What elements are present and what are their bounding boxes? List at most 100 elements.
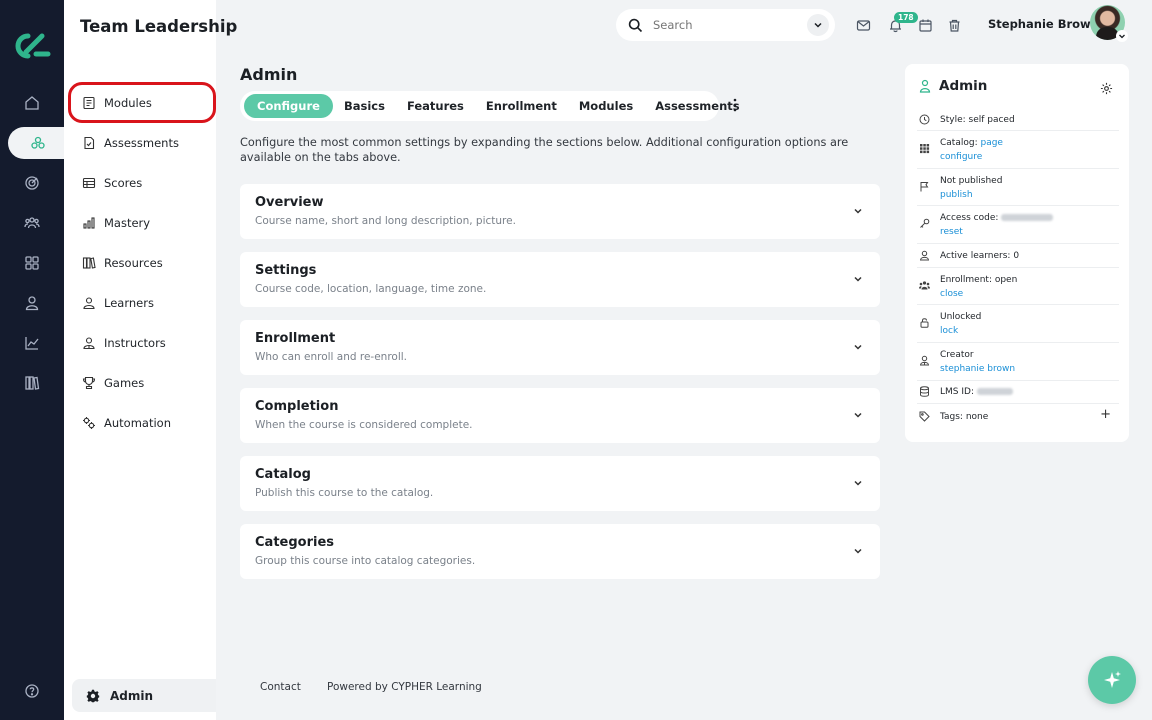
course-icon[interactable] xyxy=(8,127,68,159)
analytics-icon[interactable] xyxy=(0,327,64,359)
ai-assistant-button[interactable] xyxy=(1088,656,1136,704)
section-card-completion[interactable]: Completion When the course is considered… xyxy=(240,388,880,443)
help-icon[interactable] xyxy=(0,675,64,707)
chevron-down-icon xyxy=(814,22,822,28)
more-options-icon[interactable] xyxy=(728,96,742,114)
sidebar-item-modules[interactable]: Modules xyxy=(78,87,210,119)
creator-row: Creator stephanie brown xyxy=(917,343,1119,381)
close-enrollment-link[interactable]: close xyxy=(940,289,963,299)
user-name[interactable]: Stephanie Brown xyxy=(988,17,1099,31)
gear-icon[interactable] xyxy=(1100,82,1113,95)
catalog-page-link[interactable]: page xyxy=(980,138,1002,148)
apps-icon[interactable] xyxy=(0,247,64,279)
search-input[interactable] xyxy=(653,18,793,32)
app-rail xyxy=(0,0,68,720)
mail-icon[interactable] xyxy=(854,16,872,34)
database-icon xyxy=(920,386,929,397)
chevron-down-icon[interactable] xyxy=(852,205,864,217)
lms-id-label: LMS ID: xyxy=(940,387,974,397)
section-subtitle: Course code, location, language, time zo… xyxy=(255,283,487,295)
chevron-down-icon[interactable] xyxy=(852,477,864,489)
section-subtitle: Publish this course to the catalog. xyxy=(255,487,434,499)
lock-link[interactable]: lock xyxy=(940,326,958,336)
section-title: Categories xyxy=(255,535,335,550)
creator-link[interactable]: stephanie brown xyxy=(940,364,1015,374)
sidebar-item-label: Learners xyxy=(104,296,154,310)
sidebar-item-assessments[interactable]: Assessments xyxy=(78,127,210,159)
sidebar-item-resources[interactable]: Resources xyxy=(78,247,210,279)
flag-icon xyxy=(920,182,929,192)
sidebar-item-mastery[interactable]: Mastery xyxy=(78,207,210,239)
resources-icon xyxy=(82,257,96,269)
sparkle-icon xyxy=(1104,671,1121,688)
mastery-icon xyxy=(83,217,95,229)
notification-count-badge: 178 xyxy=(894,12,918,23)
search-bar[interactable] xyxy=(616,9,835,41)
user-menu-chevron-icon[interactable] xyxy=(1116,30,1128,42)
gear-icon xyxy=(86,689,100,702)
chevron-down-icon[interactable] xyxy=(852,341,864,353)
sidebar-item-label: Modules xyxy=(104,96,152,110)
tab-features[interactable]: Features xyxy=(396,94,475,118)
section-card-catalog[interactable]: Catalog Publish this course to the catal… xyxy=(240,456,880,511)
reset-link[interactable]: reset xyxy=(940,227,963,237)
tags-row: Tags: none + xyxy=(917,404,1119,430)
lms-id-row: LMS ID: xyxy=(917,381,1119,404)
publish-link[interactable]: publish xyxy=(940,190,973,200)
contact-link[interactable]: Contact xyxy=(260,681,301,693)
section-title: Overview xyxy=(255,195,324,210)
section-subtitle: Who can enroll and re-enroll. xyxy=(255,351,408,363)
section-card-overview[interactable]: Overview Course name, short and long des… xyxy=(240,184,880,239)
configure-description: Configure the most common settings by ex… xyxy=(240,136,849,164)
people-icon[interactable] xyxy=(0,207,64,239)
sidebar-item-games[interactable]: Games xyxy=(78,367,210,399)
section-title: Catalog xyxy=(255,467,311,482)
chevron-down-icon[interactable] xyxy=(852,545,864,557)
sidebar-item-label: Scores xyxy=(104,176,143,190)
tab-enrollment[interactable]: Enrollment xyxy=(475,94,568,118)
creator-icon xyxy=(919,355,930,366)
brand-logo-icon[interactable] xyxy=(12,30,52,62)
sidebar-item-label: Games xyxy=(104,376,145,390)
active-learners-row: Active learners: 0 xyxy=(917,244,1119,268)
section-heading: Admin xyxy=(240,65,298,84)
automation-icon xyxy=(83,417,95,429)
style-row: Style: self paced xyxy=(917,108,1119,131)
catalog-configure-link[interactable]: configure xyxy=(940,152,982,162)
lock-icon xyxy=(920,318,929,328)
sidebar-admin-button[interactable]: Admin xyxy=(72,679,216,712)
section-card-categories[interactable]: Categories Group this course into catalo… xyxy=(240,524,880,579)
sidebar-item-instructors[interactable]: Instructors xyxy=(78,327,210,359)
target-icon[interactable] xyxy=(0,167,64,199)
add-tag-icon[interactable]: + xyxy=(1100,407,1111,422)
lock-status: Unlocked xyxy=(940,312,982,322)
tab-configure[interactable]: Configure xyxy=(244,94,333,118)
section-card-settings[interactable]: Settings Course code, location, language… xyxy=(240,252,880,307)
calendar-icon[interactable] xyxy=(916,16,934,34)
creator-label: Creator xyxy=(940,350,974,360)
tab-modules[interactable]: Modules xyxy=(568,94,644,118)
key-icon xyxy=(920,218,930,228)
section-title: Enrollment xyxy=(255,331,336,346)
tags-text: Tags: none xyxy=(940,412,989,422)
section-card-enrollment[interactable]: Enrollment Who can enroll and re-enroll. xyxy=(240,320,880,375)
tab-basics[interactable]: Basics xyxy=(333,94,396,118)
search-scope-dropdown[interactable] xyxy=(807,14,829,36)
trash-icon[interactable] xyxy=(945,16,963,34)
panel-title: Admin xyxy=(939,78,988,94)
chevron-down-icon[interactable] xyxy=(852,409,864,421)
sidebar-item-learners[interactable]: Learners xyxy=(78,287,210,319)
library-icon[interactable] xyxy=(0,367,64,399)
sidebar-item-automation[interactable]: Automation xyxy=(78,407,210,439)
section-subtitle: Course name, short and long description,… xyxy=(255,215,516,227)
sidebar-item-scores[interactable]: Scores xyxy=(78,167,210,199)
assessments-icon xyxy=(84,136,95,150)
user-icon[interactable] xyxy=(0,287,64,319)
grid-icon xyxy=(920,144,930,154)
clock-icon xyxy=(919,114,930,125)
group-icon xyxy=(919,281,930,290)
home-icon[interactable] xyxy=(0,87,64,119)
lms-id-redacted xyxy=(976,388,1013,395)
section-subtitle: Group this course into catalog categorie… xyxy=(255,555,476,567)
chevron-down-icon[interactable] xyxy=(852,273,864,285)
